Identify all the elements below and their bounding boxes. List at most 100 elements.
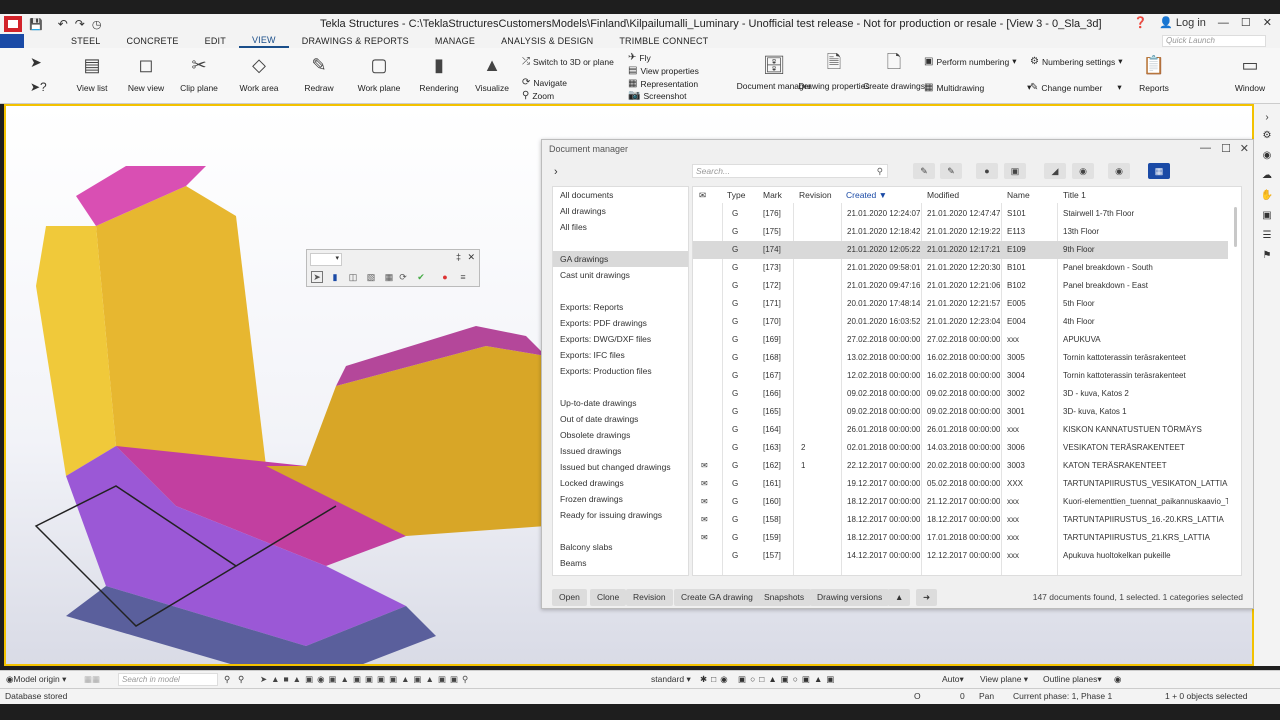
vertical-scrollbar[interactable]	[1234, 207, 1237, 247]
hand-icon[interactable]: ✋	[1260, 188, 1274, 202]
table-icon[interactable]: ▦	[383, 271, 395, 283]
update-icon[interactable]: ◉	[1072, 163, 1094, 179]
undo-icon[interactable]: ↶	[58, 17, 68, 31]
drawing-properties-button[interactable]: 🗎 Drawing properties	[798, 52, 869, 91]
category-item[interactable]: Balcony slabs	[553, 539, 688, 555]
issue-icon[interactable]: ◢	[1044, 163, 1066, 179]
minimize-icon[interactable]: —	[1200, 142, 1211, 154]
column-mark[interactable]: Mark	[763, 187, 782, 203]
numbering-settings-button[interactable]: ⚙ Numbering settings ▾	[1030, 56, 1122, 67]
maximize-icon[interactable]: ☐	[1221, 142, 1231, 155]
screenshot-button[interactable]: 📷 Screenshot	[628, 90, 686, 101]
table-row[interactable]: G [175] 21.01.2020 12:18:42 21.01.2020 12:1…	[693, 223, 1228, 241]
column-name[interactable]: Name	[1007, 187, 1030, 203]
redo-icon[interactable]: ↷	[75, 17, 85, 31]
table-row[interactable]: G [168] 13.02.2018 00:00:00 16.02.2018 00:0…	[693, 349, 1228, 367]
tag-icon[interactable]: ⚑	[1260, 248, 1274, 262]
refresh-icon[interactable]: ⟳	[397, 271, 409, 283]
preview-eye-icon[interactable]: ◉	[1108, 163, 1130, 179]
category-item[interactable]: Exports: PDF drawings	[553, 315, 688, 331]
document-search-input[interactable]: Search... ⚲	[692, 164, 888, 178]
clip-plane-button[interactable]: ✂ Clip plane	[169, 52, 229, 93]
table-row[interactable]: G [165] 09.02.2018 00:00:00 09.02.2018 00:0…	[693, 403, 1228, 421]
table-row[interactable]: G [173] 21.01.2020 09:58:01 21.01.2020 12:2…	[693, 259, 1228, 277]
category-item[interactable]: All files	[553, 219, 688, 235]
print-button[interactable]: ▲	[888, 589, 911, 606]
outline-planes-dropdown[interactable]: Outline planes▾	[1043, 673, 1102, 686]
category-item[interactable]: Exports: Production files	[553, 363, 688, 379]
category-item[interactable]: Out of date drawings	[553, 411, 688, 427]
visualize-button[interactable]: ▲ Visualize	[462, 52, 522, 93]
properties-icon[interactable]: ⚙	[1260, 128, 1274, 142]
close-icon[interactable]: ✕	[1240, 142, 1249, 155]
pin-icon[interactable]: ‡	[456, 252, 461, 262]
edit-properties-icon[interactable]: ✎	[940, 163, 962, 179]
tab-edit[interactable]: EDIT	[192, 36, 239, 46]
category-item[interactable]: Exports: Reports	[553, 299, 688, 315]
column-revision[interactable]: Revision	[799, 187, 832, 203]
table-row[interactable]: G [166] 09.02.2018 00:00:00 09.02.2018 00:0…	[693, 385, 1228, 403]
category-item[interactable]: All documents	[553, 187, 688, 203]
open-button[interactable]: Open	[552, 589, 587, 606]
tab-manage[interactable]: MANAGE	[422, 36, 488, 46]
save-icon[interactable]: 💾	[29, 18, 43, 31]
model-origin-dropdown[interactable]: ◉Model origin ▾	[6, 673, 66, 686]
category-item[interactable]: Frozen drawings	[553, 491, 688, 507]
column-created[interactable]: Created ▼	[846, 187, 887, 203]
tab-view[interactable]: VIEW	[238, 34, 289, 48]
tab-drawings-reports[interactable]: DRAWINGS & REPORTS	[289, 36, 422, 46]
snapshots-button[interactable]: Snapshots	[757, 589, 812, 606]
column-title[interactable]: Title 1	[1063, 187, 1086, 203]
document-manager-button[interactable]: 🗄 Document manager	[737, 52, 812, 91]
tab-steel[interactable]: STEEL	[58, 36, 114, 46]
check-icon[interactable]: ✔	[415, 271, 427, 283]
table-row[interactable]: G [164] 26.01.2018 00:00:00 26.01.2018 00:0…	[693, 421, 1228, 439]
new-view-button[interactable]: ◻ New view	[116, 52, 176, 93]
table-row[interactable]: G [167] 12.02.2018 00:00:00 16.02.2018 00:0…	[693, 367, 1228, 385]
category-item[interactable]: Locked drawings	[553, 475, 688, 491]
copy-icon[interactable]: ◫	[347, 271, 359, 283]
table-row[interactable]: G [170] 20.01.2020 16:03:52 21.01.2020 12:2…	[693, 313, 1228, 331]
table-row[interactable]: ✉ G [158] 18.12.2017 00:00:00 18.12.2017 00:…	[693, 511, 1228, 529]
menu-icon[interactable]: ≡	[457, 271, 469, 283]
category-item[interactable]: Ready for issuing drawings	[553, 507, 688, 523]
fly-button[interactable]: ✈ Fly	[628, 52, 651, 63]
grid-view-icon[interactable]: ▦	[1148, 163, 1170, 179]
cube-icon[interactable]: ▣	[1260, 208, 1274, 222]
redraw-button[interactable]: ✎ Redraw	[289, 52, 349, 93]
lock-icon[interactable]: ●	[976, 163, 998, 179]
select-icon[interactable]: ➤	[311, 271, 323, 283]
building-model[interactable]	[6, 146, 546, 666]
selection-switches[interactable]: ➤▲■▲▣◉▣▲▣▣▣▣▲▣▲▣▣⚲	[260, 673, 472, 686]
category-item[interactable]: Up-to-date drawings	[553, 395, 688, 411]
table-row[interactable]: G [163] 2 02.01.2018 00:00:00 14.03.2018 00:…	[693, 439, 1228, 457]
rendering-button[interactable]: ▮ Rendering	[409, 52, 469, 93]
category-item[interactable]: Cast unit drawings	[553, 267, 688, 283]
table-row[interactable]: G [172] 21.01.2020 09:47:16 21.01.2020 12:2…	[693, 277, 1228, 295]
visibility-eye-icon[interactable]: ◉	[1114, 673, 1121, 686]
view-plane-dropdown[interactable]: View plane ▾	[980, 673, 1028, 686]
table-row[interactable]: G [174] 21.01.2020 12:05:22 21.01.2020 12:1…	[693, 241, 1228, 259]
toolbar-dropdown[interactable]: ▾	[310, 253, 342, 266]
representation-button[interactable]: ▦ Representation	[628, 78, 698, 89]
revision-button[interactable]: Revision	[626, 589, 673, 606]
category-item[interactable]: Obsolete drawings	[553, 427, 688, 443]
perform-numbering-button[interactable]: ▣ Perform numbering ▾	[924, 56, 1017, 67]
table-row[interactable]: G [169] 27.02.2018 00:00:00 27.02.2018 00:0…	[693, 331, 1228, 349]
navigate-button[interactable]: ⟳ Navigate	[522, 77, 567, 88]
snap-arrow-icon[interactable]: ➤?	[30, 80, 47, 94]
expand-panel-icon[interactable]: ›	[554, 166, 558, 178]
globe-icon[interactable]: ◉	[1260, 148, 1274, 162]
list-icon[interactable]: ☰	[1260, 228, 1274, 242]
edit-icon[interactable]: ✎	[913, 163, 935, 179]
search-icon[interactable]: ⚲	[224, 673, 230, 686]
view-properties-button[interactable]: ▤ View properties	[628, 65, 699, 76]
create-drawings-button[interactable]: 🗋 Create drawings	[863, 52, 925, 91]
auto-dropdown[interactable]: Auto▾	[942, 673, 964, 686]
table-row[interactable]: G [171] 20.01.2020 17:48:14 21.01.2020 12:2…	[693, 295, 1228, 313]
filter-icon[interactable]: ▧	[365, 271, 377, 283]
table-row[interactable]: ✉ G [159] 18.12.2017 00:00:00 17.01.2018 00:…	[693, 529, 1228, 547]
history-icon[interactable]: ◷	[92, 18, 102, 31]
column-modified[interactable]: Modified	[927, 187, 959, 203]
search-in-model-input[interactable]: Search in model	[118, 673, 218, 686]
